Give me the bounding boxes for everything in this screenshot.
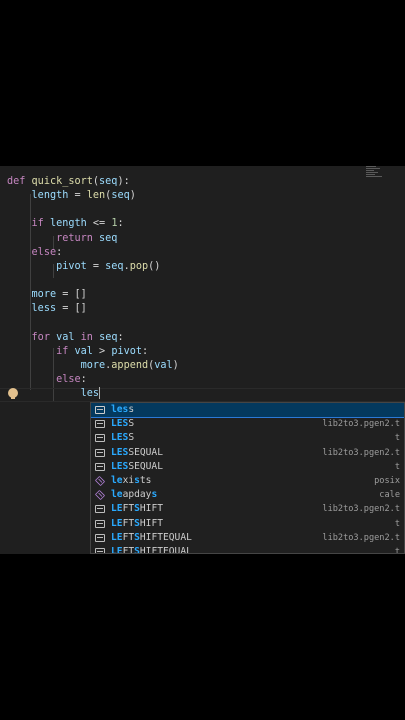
suggestion-item[interactable]: LESSEQUAL t <box>91 460 404 474</box>
suggestion-item[interactable]: LESS lib2to3.pgen2.t <box>91 417 404 431</box>
suggestion-item[interactable]: LEFTSHIFTEQUAL t <box>91 545 404 554</box>
code-line: if val > pivot: <box>56 345 149 357</box>
variable-icon <box>95 420 105 429</box>
code-line: for val in seq: <box>31 331 124 343</box>
code-editor[interactable]: def quick_sort(seq): length = len(seq) i… <box>0 166 405 554</box>
suggestion-label: LESSEQUAL <box>111 446 163 458</box>
suggestion-label: LEFTSHIFTEQUAL <box>111 545 192 554</box>
suggestion-label: LESS <box>111 432 135 444</box>
code-line: return seq <box>56 232 118 244</box>
suggestion-detail: posix <box>374 475 400 486</box>
suggestion-item[interactable]: LESSEQUAL lib2to3.pgen2.t <box>91 446 404 460</box>
code-line: def quick_sort(seq): <box>7 176 130 187</box>
suggestion-detail: t <box>394 433 400 444</box>
suggestion-label: LEFTSHIFTEQUAL <box>111 531 192 543</box>
variable-icon <box>95 533 105 542</box>
suggestion-detail: t <box>394 546 400 554</box>
suggestion-detail: cale <box>379 490 400 501</box>
code-line: less = [] <box>31 303 87 315</box>
suggestion-detail: lib2to3.pgen2.t <box>322 447 400 458</box>
suggestion-item[interactable]: lexists posix <box>91 474 404 488</box>
suggestion-label: LESSEQUAL <box>111 460 163 472</box>
suggestion-item[interactable]: LEFTSHIFT lib2to3.pgen2.t <box>91 502 404 516</box>
variable-icon <box>95 434 105 443</box>
code-line: pivot = seq.pop() <box>56 260 161 272</box>
suggestion-detail: t <box>394 461 400 472</box>
suggestion-label: LEFTSHIFT <box>111 517 164 529</box>
code-line: les <box>80 387 101 400</box>
code-line: else: <box>56 374 87 386</box>
suggestion-detail: lib2to3.pgen2.t <box>322 532 400 543</box>
suggestion-label: LEFTSHIFT <box>111 503 164 515</box>
variable-icon <box>95 448 105 457</box>
suggestion-label: LESS <box>111 418 135 430</box>
code-line: more.append(val) <box>80 359 179 371</box>
cube-icon <box>94 490 106 501</box>
suggestion-item[interactable]: LEFTSHIFT t <box>91 517 404 531</box>
code-line: else: <box>31 246 63 258</box>
text-cursor <box>99 387 101 400</box>
suggestion-label: lexists <box>111 474 152 486</box>
suggestion-detail: lib2to3.pgen2.t <box>322 419 400 430</box>
suggestion-label: less <box>111 404 135 415</box>
suggestion-item[interactable]: leapdays cale <box>91 488 404 502</box>
variable-icon <box>95 547 105 553</box>
variable-icon <box>95 505 105 514</box>
suggestion-item[interactable]: LEFTSHIFTEQUAL lib2to3.pgen2.t <box>91 531 404 545</box>
keyword-icon <box>95 406 105 414</box>
suggestion-detail: t <box>394 518 400 529</box>
cube-icon <box>94 475 106 487</box>
suggestion-widget[interactable]: less LESS lib2to3.pgen2.t LESS t LESSEQUAL lib… <box>90 402 405 554</box>
code-line: more = [] <box>31 289 87 301</box>
suggestion-item[interactable]: LESS t <box>91 431 404 445</box>
suggestion-item[interactable]: less <box>91 403 404 419</box>
code-line: length = len(seq) <box>31 190 136 202</box>
variable-icon <box>95 519 105 528</box>
suggestion-detail: lib2to3.pgen2.t <box>322 504 400 515</box>
code-line: if length <= 1: <box>31 218 124 230</box>
minimap[interactable] <box>366 166 388 184</box>
variable-icon <box>95 462 105 471</box>
suggestion-label: leapdays <box>111 489 158 501</box>
